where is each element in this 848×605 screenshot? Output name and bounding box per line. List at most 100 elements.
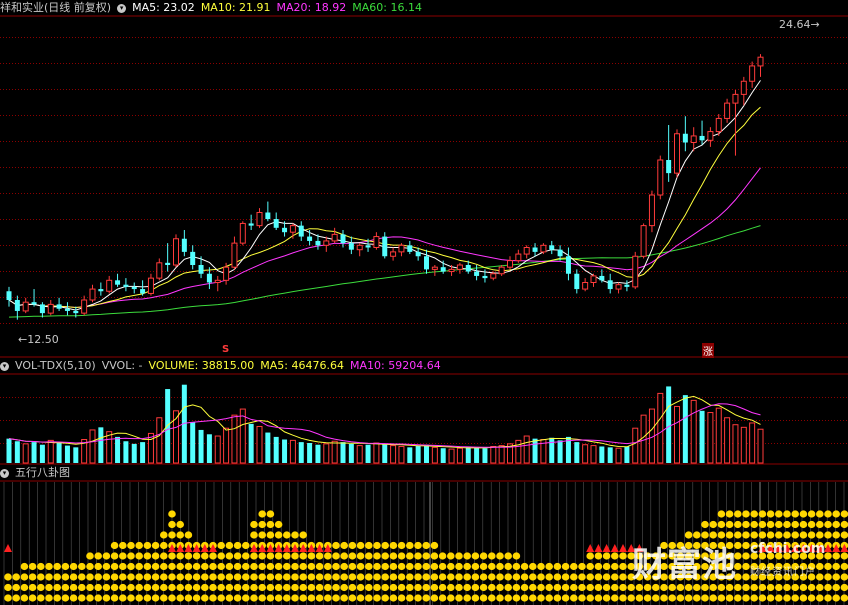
candle-up [81,299,88,314]
bagua-dot [488,562,496,571]
volume-bar-down [265,432,271,463]
bagua-dot [348,562,357,571]
volume-ma5-line [8,395,761,449]
bagua-dot [586,594,594,602]
bagua-dot [602,573,611,581]
bagua-dot [471,583,480,592]
bagua-dot [37,594,45,602]
ma5-line [8,80,761,311]
volume-bar-up [214,435,221,464]
volume-bar-down [440,448,446,463]
volume-bar-down [115,436,121,463]
bagua-dot [69,594,78,602]
bagua-dot [438,552,447,560]
bagua-dot [734,520,742,529]
circle-chevron-icon[interactable]: ▾ [0,361,9,371]
bagua-dot [479,573,488,581]
volume-bar-up [431,446,438,464]
volume-bar-down [607,447,613,463]
bagua-dot [61,573,70,581]
bagua-dot [258,594,267,602]
candle-up [632,255,639,288]
volume-bar-up [106,431,113,464]
bagua-dot [266,531,275,539]
bagua-dot [192,573,201,581]
bagua-dot [299,583,308,592]
candle-up [640,225,647,257]
bagua-dot [414,583,422,592]
candle-down [340,234,346,244]
bagua-dot [315,562,324,571]
bagua-dot [307,562,316,571]
bagua-dot [373,573,381,581]
bagua-dot [775,594,783,602]
bagua-dot [717,594,726,602]
bagua-dot [725,520,734,529]
candle-down [140,289,146,294]
bagua-dot [242,541,250,550]
candle-down [190,251,196,265]
candle-down [699,135,705,141]
price-header: 祥和实业(日线 前复权) ▾ MA5: 23.02 MA10: 21.91 MA20: … [0,0,428,16]
bagua-dot [135,583,143,592]
bagua-dot [816,594,824,602]
bagua-dot [356,583,365,592]
candle-up [515,253,522,262]
bagua-dot [381,541,390,550]
circle-chevron-icon[interactable]: ▾ [117,3,127,13]
bagua-dot [12,594,20,602]
bagua-dot [832,510,840,518]
candle-up [540,244,547,253]
circle-chevron-icon[interactable]: ▾ [0,468,9,478]
bagua-dot [356,594,365,602]
candle-down [549,245,555,250]
chart-canvas [0,15,848,605]
bagua-dot [496,573,504,581]
volume-bar-down [424,444,429,463]
bagua-dot [840,520,848,529]
bagua-dot [545,594,553,602]
bagua-dot [176,583,184,592]
bagua-dot [184,583,193,592]
ma60-label: MA60: 16.14 [352,1,422,14]
volume-bar-up [690,399,697,464]
bagua-dot [176,520,184,529]
bagua-dot [176,552,184,560]
volume-bar-down [131,443,137,463]
bagua-dot [127,573,135,581]
volume-bar-down [14,441,20,463]
bagua-dot [578,573,586,581]
bagua-title: 五行八卦图 [15,466,70,479]
bagua-dot [299,531,308,539]
volume-bar-down [365,444,371,463]
bagua-dot [332,562,340,571]
bagua-dot [266,552,275,560]
bagua-red-marker [594,544,603,552]
bagua-dot [586,573,594,581]
bagua-dot [258,531,267,539]
bagua-dot [209,552,217,560]
bagua-dot [488,583,496,592]
volume-bar-up [732,424,739,464]
vvol-label: VVOL: - [101,359,143,372]
bagua-dot [69,573,78,581]
bagua-dot [496,562,504,571]
volume-bar-up [590,445,597,464]
bagua-dot [709,520,717,529]
volume-bar-up [289,439,296,464]
candle-up [749,65,756,82]
bagua-dot [258,583,267,592]
stock-chart-screen: 祥和实业(日线 前复权) ▾ MA5: 23.02 MA10: 21.91 MA20: … [0,0,848,605]
bagua-dot [53,583,61,592]
bagua-header: ▾ 五行八卦图 [0,465,76,481]
bagua-dot [127,594,135,602]
bagua-dot [86,594,94,602]
volume-bar-down [248,423,254,463]
bagua-dot [78,594,86,602]
bagua-dot [348,583,357,592]
bagua-dot [250,562,258,571]
bagua-dot [45,562,53,571]
bagua-dot [381,562,390,571]
bagua-dot [791,520,799,529]
bagua-dot [274,583,283,592]
